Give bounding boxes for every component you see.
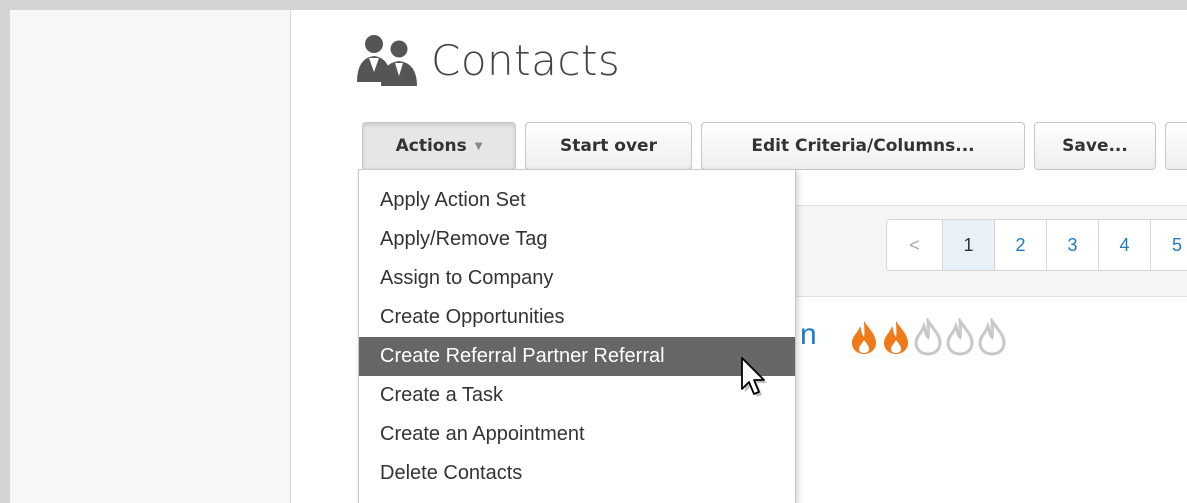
mouse-pointer-icon [741, 357, 767, 397]
menu-item-assign-to-company[interactable]: Assign to Company [359, 259, 795, 298]
menu-item-apply-action-set[interactable]: Apply Action Set [359, 181, 795, 220]
flame-outline-icon [978, 318, 1006, 356]
flame-icon [852, 321, 876, 354]
page-title: Contacts [431, 35, 621, 85]
contacts-people-icon [357, 35, 417, 86]
page-header: Contacts [355, 30, 620, 90]
contact-score-flames [848, 318, 1008, 356]
toolbar: Actions ▼ Start over Edit Criteria/Colum… [362, 122, 1187, 170]
contact-name-link[interactable]: n [800, 318, 817, 352]
menu-item-create-referral-partner-referral[interactable]: Create Referral Partner Referral [359, 337, 795, 376]
pagination-page-3[interactable]: 3 [1047, 220, 1099, 270]
flame-outline-icon [946, 318, 974, 356]
start-over-button[interactable]: Start over [525, 122, 692, 170]
actions-dropdown-menu: Apply Action Set Apply/Remove Tag Assign… [358, 169, 796, 503]
flame-outline-icon [914, 318, 942, 356]
pagination-page-1[interactable]: 1 [943, 220, 995, 270]
pagination: < 1 2 3 4 5 [886, 219, 1187, 271]
save-button[interactable]: Save... [1034, 122, 1156, 170]
pagination-page-2[interactable]: 2 [995, 220, 1047, 270]
actions-button-label: Actions [395, 136, 467, 156]
pagination-prev-button[interactable]: < [887, 220, 943, 270]
caret-down-icon: ▼ [474, 140, 483, 152]
pagination-page-5[interactable]: 5 [1151, 220, 1187, 270]
menu-item-create-an-appointment[interactable]: Create an Appointment [359, 415, 795, 454]
menu-item-delete-contacts[interactable]: Delete Contacts [359, 454, 795, 493]
edit-criteria-columns-button[interactable]: Edit Criteria/Columns... [701, 122, 1025, 170]
flame-icon [884, 321, 908, 354]
menu-item-create-a-task[interactable]: Create a Task [359, 376, 795, 415]
actions-dropdown-button[interactable]: Actions ▼ [362, 122, 516, 170]
more-toolbar-button[interactable] [1165, 122, 1187, 170]
menu-item-apply-remove-tag[interactable]: Apply/Remove Tag [359, 220, 795, 259]
menu-item-create-opportunities[interactable]: Create Opportunities [359, 298, 795, 337]
pagination-page-4[interactable]: 4 [1099, 220, 1151, 270]
left-sidebar [10, 10, 291, 503]
